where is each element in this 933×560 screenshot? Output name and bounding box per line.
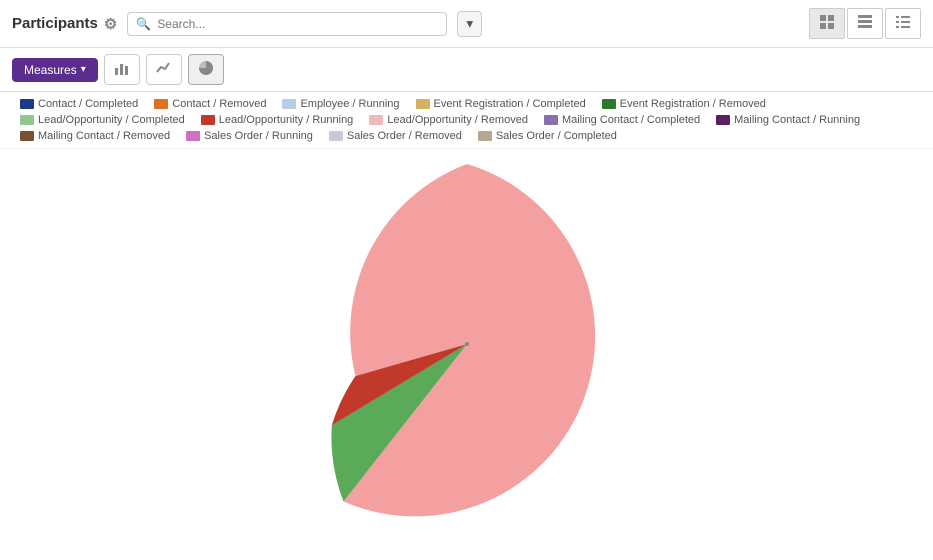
- pie-chart: [277, 154, 657, 534]
- legend-label: Contact / Completed: [38, 98, 138, 110]
- legend-label: Contact / Removed: [172, 98, 266, 110]
- legend-color-swatch: [329, 131, 343, 141]
- pie-chart-button[interactable]: [188, 54, 224, 85]
- legend-item: Event Registration / Removed: [602, 98, 766, 110]
- legend-label: Mailing Contact / Removed: [38, 130, 170, 142]
- legend-color-swatch: [416, 99, 430, 109]
- segment-other: [350, 164, 467, 376]
- search-bar: 🔍: [127, 12, 447, 36]
- legend-color-swatch: [716, 115, 730, 125]
- toolbar: Measures ▾: [0, 48, 933, 92]
- search-filter-dropdown[interactable]: ▾: [457, 11, 482, 37]
- legend-color-swatch: [544, 115, 558, 125]
- legend-color-swatch: [20, 131, 34, 141]
- legend-color-swatch: [186, 131, 200, 141]
- legend-item: Contact / Removed: [154, 98, 266, 110]
- legend-label: Lead/Opportunity / Completed: [38, 114, 185, 126]
- legend-area: Contact / Completed Contact / Removed Em…: [0, 92, 933, 149]
- legend-item: Employee / Running: [282, 98, 399, 110]
- page-title: Participants ⚙: [12, 15, 117, 33]
- bar-chart-button[interactable]: [104, 54, 140, 85]
- legend-item: Lead/Opportunity / Removed: [369, 114, 528, 126]
- line-chart-button[interactable]: [146, 54, 182, 85]
- gear-icon[interactable]: ⚙: [104, 15, 117, 33]
- pie-container: [277, 154, 657, 534]
- legend-color-swatch: [282, 99, 296, 109]
- search-input[interactable]: [157, 17, 438, 31]
- legend-item: Contact / Completed: [20, 98, 138, 110]
- legend-item: Lead/Opportunity / Completed: [20, 114, 185, 126]
- legend-color-swatch: [20, 99, 34, 109]
- legend-item: Sales Order / Running: [186, 130, 313, 142]
- chart-area: [0, 149, 933, 539]
- measures-arrow: ▾: [81, 64, 86, 75]
- legend-label: Event Registration / Completed: [434, 98, 586, 110]
- legend-label: Lead/Opportunity / Running: [219, 114, 354, 126]
- measures-button[interactable]: Measures ▾: [12, 58, 98, 82]
- legend-label: Event Registration / Removed: [620, 98, 766, 110]
- top-bar: Participants ⚙ 🔍 ▾: [0, 0, 933, 48]
- title-text: Participants: [12, 15, 98, 32]
- legend-color-swatch: [20, 115, 34, 125]
- legend-color-swatch: [478, 131, 492, 141]
- legend-item: Lead/Opportunity / Running: [201, 114, 354, 126]
- measures-label: Measures: [24, 63, 77, 77]
- legend-color-swatch: [154, 99, 168, 109]
- legend-color-swatch: [369, 115, 383, 125]
- legend-label: Mailing Contact / Completed: [562, 114, 700, 126]
- view-buttons: [809, 8, 921, 39]
- legend-label: Employee / Running: [300, 98, 399, 110]
- legend-label: Lead/Opportunity / Removed: [387, 114, 528, 126]
- legend-label: Mailing Contact / Running: [734, 114, 860, 126]
- legend-color-swatch: [201, 115, 215, 125]
- legend-label: Sales Order / Removed: [347, 130, 462, 142]
- legend-label: Sales Order / Running: [204, 130, 313, 142]
- legend-item: Mailing Contact / Completed: [544, 114, 700, 126]
- view-image-button[interactable]: [809, 8, 845, 39]
- legend-item: Sales Order / Removed: [329, 130, 462, 142]
- legend-item: Sales Order / Completed: [478, 130, 617, 142]
- view-table-button[interactable]: [847, 8, 883, 39]
- legend-item: Event Registration / Completed: [416, 98, 586, 110]
- view-list-button[interactable]: [885, 8, 921, 39]
- legend-label: Sales Order / Completed: [496, 130, 617, 142]
- legend-item: Mailing Contact / Running: [716, 114, 860, 126]
- legend-item: Mailing Contact / Removed: [20, 130, 170, 142]
- search-icon: 🔍: [136, 17, 151, 31]
- legend-color-swatch: [602, 99, 616, 109]
